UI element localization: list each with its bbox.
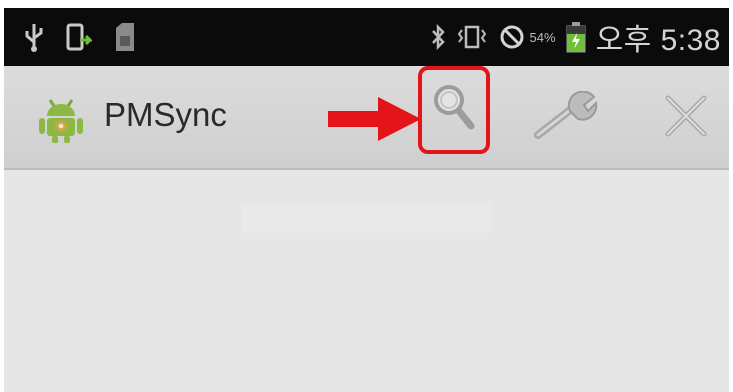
- vibrate-icon: [456, 24, 488, 50]
- search-icon: [431, 82, 477, 139]
- app-title: PMSync: [104, 96, 227, 133]
- clock: 오후 5:38: [595, 24, 721, 57]
- bluetooth-icon: [430, 23, 446, 51]
- screen-rotate-icon: [66, 22, 92, 52]
- android-app-icon: [38, 94, 84, 144]
- status-bar: 54% 오후 5:38: [4, 8, 729, 66]
- action-bar: PMSync: [4, 66, 729, 170]
- search-button[interactable]: [418, 66, 490, 154]
- red-arrow-annotation: [326, 96, 422, 142]
- phone-screen: 54% 오후 5:38 PMSync: [4, 8, 729, 392]
- wrench-icon: [534, 90, 600, 146]
- close-icon: [663, 93, 709, 144]
- no-signal-icon: [498, 23, 526, 51]
- usb-icon: [24, 22, 44, 52]
- battery-icon: [566, 21, 586, 53]
- close-button[interactable]: [658, 90, 714, 146]
- content-placeholder: [242, 203, 492, 233]
- sd-card-icon: [114, 22, 136, 52]
- battery-percent: 54%: [529, 29, 556, 45]
- settings-button[interactable]: [532, 88, 602, 148]
